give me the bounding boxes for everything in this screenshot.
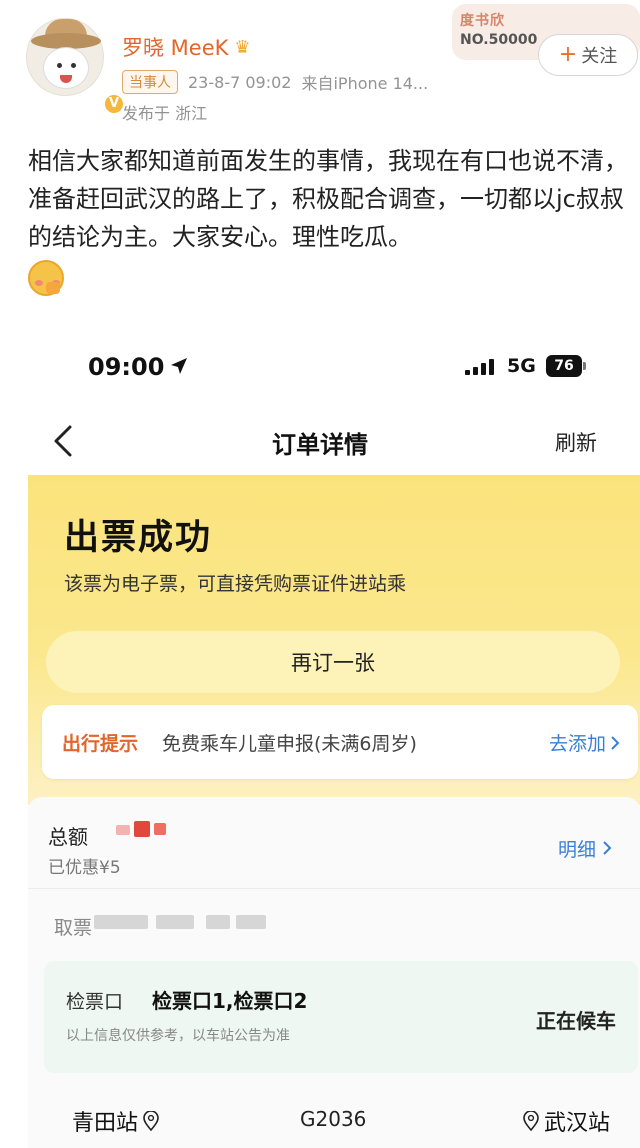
- gate-note: 以上信息仅供参考，以车站公告为准: [66, 1028, 290, 1044]
- redaction-mark: [116, 825, 130, 835]
- plus-icon: +: [558, 42, 578, 67]
- map-pin-icon: [523, 1111, 539, 1131]
- rebook-button[interactable]: 再订一张: [46, 631, 620, 693]
- detail-link[interactable]: 明细: [558, 835, 612, 862]
- pickup-redacted: [94, 915, 274, 935]
- redaction-mark: [154, 823, 166, 835]
- success-subtitle: 该票为电子票，可直接凭购票证件进站乘: [64, 573, 407, 595]
- success-title: 出票成功: [64, 518, 213, 558]
- order-card: 总额 已优惠¥5 明细 取票 检票口 检票口1,检票口2 以上信息仅供参考，以车…: [28, 797, 640, 1148]
- map-pin-icon: [143, 1111, 159, 1131]
- redaction-mark: [236, 915, 266, 929]
- route-row: 青田站 G2036 武汉站: [28, 1097, 640, 1147]
- embedded-screenshot: 09:00 5G 76 订单详情 刷新 出票成功 该票为电子票，可直接凭购票证件…: [0, 335, 640, 1148]
- redaction-mark: [206, 915, 230, 929]
- redaction-mark: [156, 915, 194, 929]
- post-source: 来自iPhone 14...: [301, 74, 429, 93]
- follow-label: 关注: [581, 46, 618, 67]
- status-time: 09:00: [88, 353, 165, 381]
- discount-text: 已优惠¥5: [48, 858, 121, 878]
- network-label: 5G: [507, 355, 536, 377]
- stamp-number: NO.50000: [460, 32, 538, 48]
- gate-value: 检票口1,检票口2: [152, 989, 308, 1013]
- page-title: 订单详情: [272, 431, 368, 459]
- boarding-status: 正在候车: [536, 1009, 616, 1033]
- add-child-button[interactable]: 去添加: [549, 729, 620, 756]
- departure-station[interactable]: 青田站: [72, 1105, 160, 1137]
- tip-label: 出行提示: [62, 733, 139, 755]
- redaction-mark: [134, 821, 150, 837]
- travel-tip-card: 出行提示 免费乘车儿童申报(未满6周岁) 去添加: [42, 705, 638, 779]
- avatar[interactable]: V: [26, 18, 125, 115]
- redaction-mark: [94, 915, 148, 929]
- chevron-right-icon: [603, 841, 612, 855]
- follow-button[interactable]: + 关注: [538, 34, 638, 76]
- post-time: 23-8-7 09:02: [188, 72, 292, 92]
- pickup-label: 取票: [54, 917, 93, 939]
- eye-shape: [57, 63, 62, 68]
- gate-label: 检票口: [66, 991, 124, 1013]
- pickup-row: 取票: [28, 897, 640, 947]
- departure-label: 青田站: [72, 1111, 139, 1136]
- chevron-right-icon: [611, 735, 620, 750]
- battery-indicator: 76: [546, 355, 582, 377]
- amount-label: 总额: [48, 825, 88, 849]
- amount-redacted: [116, 821, 176, 839]
- train-number: G2036: [300, 1107, 367, 1131]
- eye-shape: [71, 63, 76, 68]
- laugh-emoji-icon: [28, 260, 64, 296]
- post-header: V 罗晓 MeeK ♛ 当事人 23-8-7 09:02 来自iPhone 14…: [0, 0, 640, 130]
- cheek-shape: [35, 280, 43, 286]
- stamp-title: 度书欣: [460, 13, 505, 29]
- post-text: 相信大家都知道前面发生的事情，我现在有口也说不清，准备赶回武汉的路上了，积极配合…: [28, 147, 628, 251]
- status-bar: 09:00 5G 76: [0, 349, 640, 389]
- post-location: 发布于 浙江: [122, 104, 208, 123]
- hand-shape: [46, 282, 60, 294]
- crown-icon: ♛: [234, 36, 251, 58]
- gate-info-box: 检票口 检票口1,检票口2 以上信息仅供参考，以车站公告为准 正在候车: [44, 961, 638, 1073]
- tip-text: 免费乘车儿童申报(未满6周岁): [162, 733, 417, 755]
- battery-tip: [583, 362, 586, 370]
- arrival-label: 武汉站: [543, 1111, 610, 1136]
- tip-action-label: 去添加: [548, 733, 606, 755]
- amount-row: 总额 已优惠¥5 明细: [28, 797, 640, 889]
- signal-icon: [465, 359, 494, 375]
- role-tag: 当事人: [122, 70, 178, 94]
- username[interactable]: 罗晓 MeeK: [122, 32, 228, 62]
- refresh-button[interactable]: 刷新: [555, 427, 597, 457]
- detail-link-label: 明细: [557, 839, 596, 861]
- arrival-station[interactable]: 武汉站: [522, 1105, 610, 1137]
- rebook-label: 再订一张: [291, 651, 375, 675]
- post-meta: 当事人 23-8-7 09:02 来自iPhone 14...: [122, 70, 428, 94]
- username-row: 罗晓 MeeK ♛: [122, 32, 251, 62]
- nav-bar: 订单详情 刷新: [0, 415, 640, 467]
- location-arrow-icon: [171, 358, 187, 374]
